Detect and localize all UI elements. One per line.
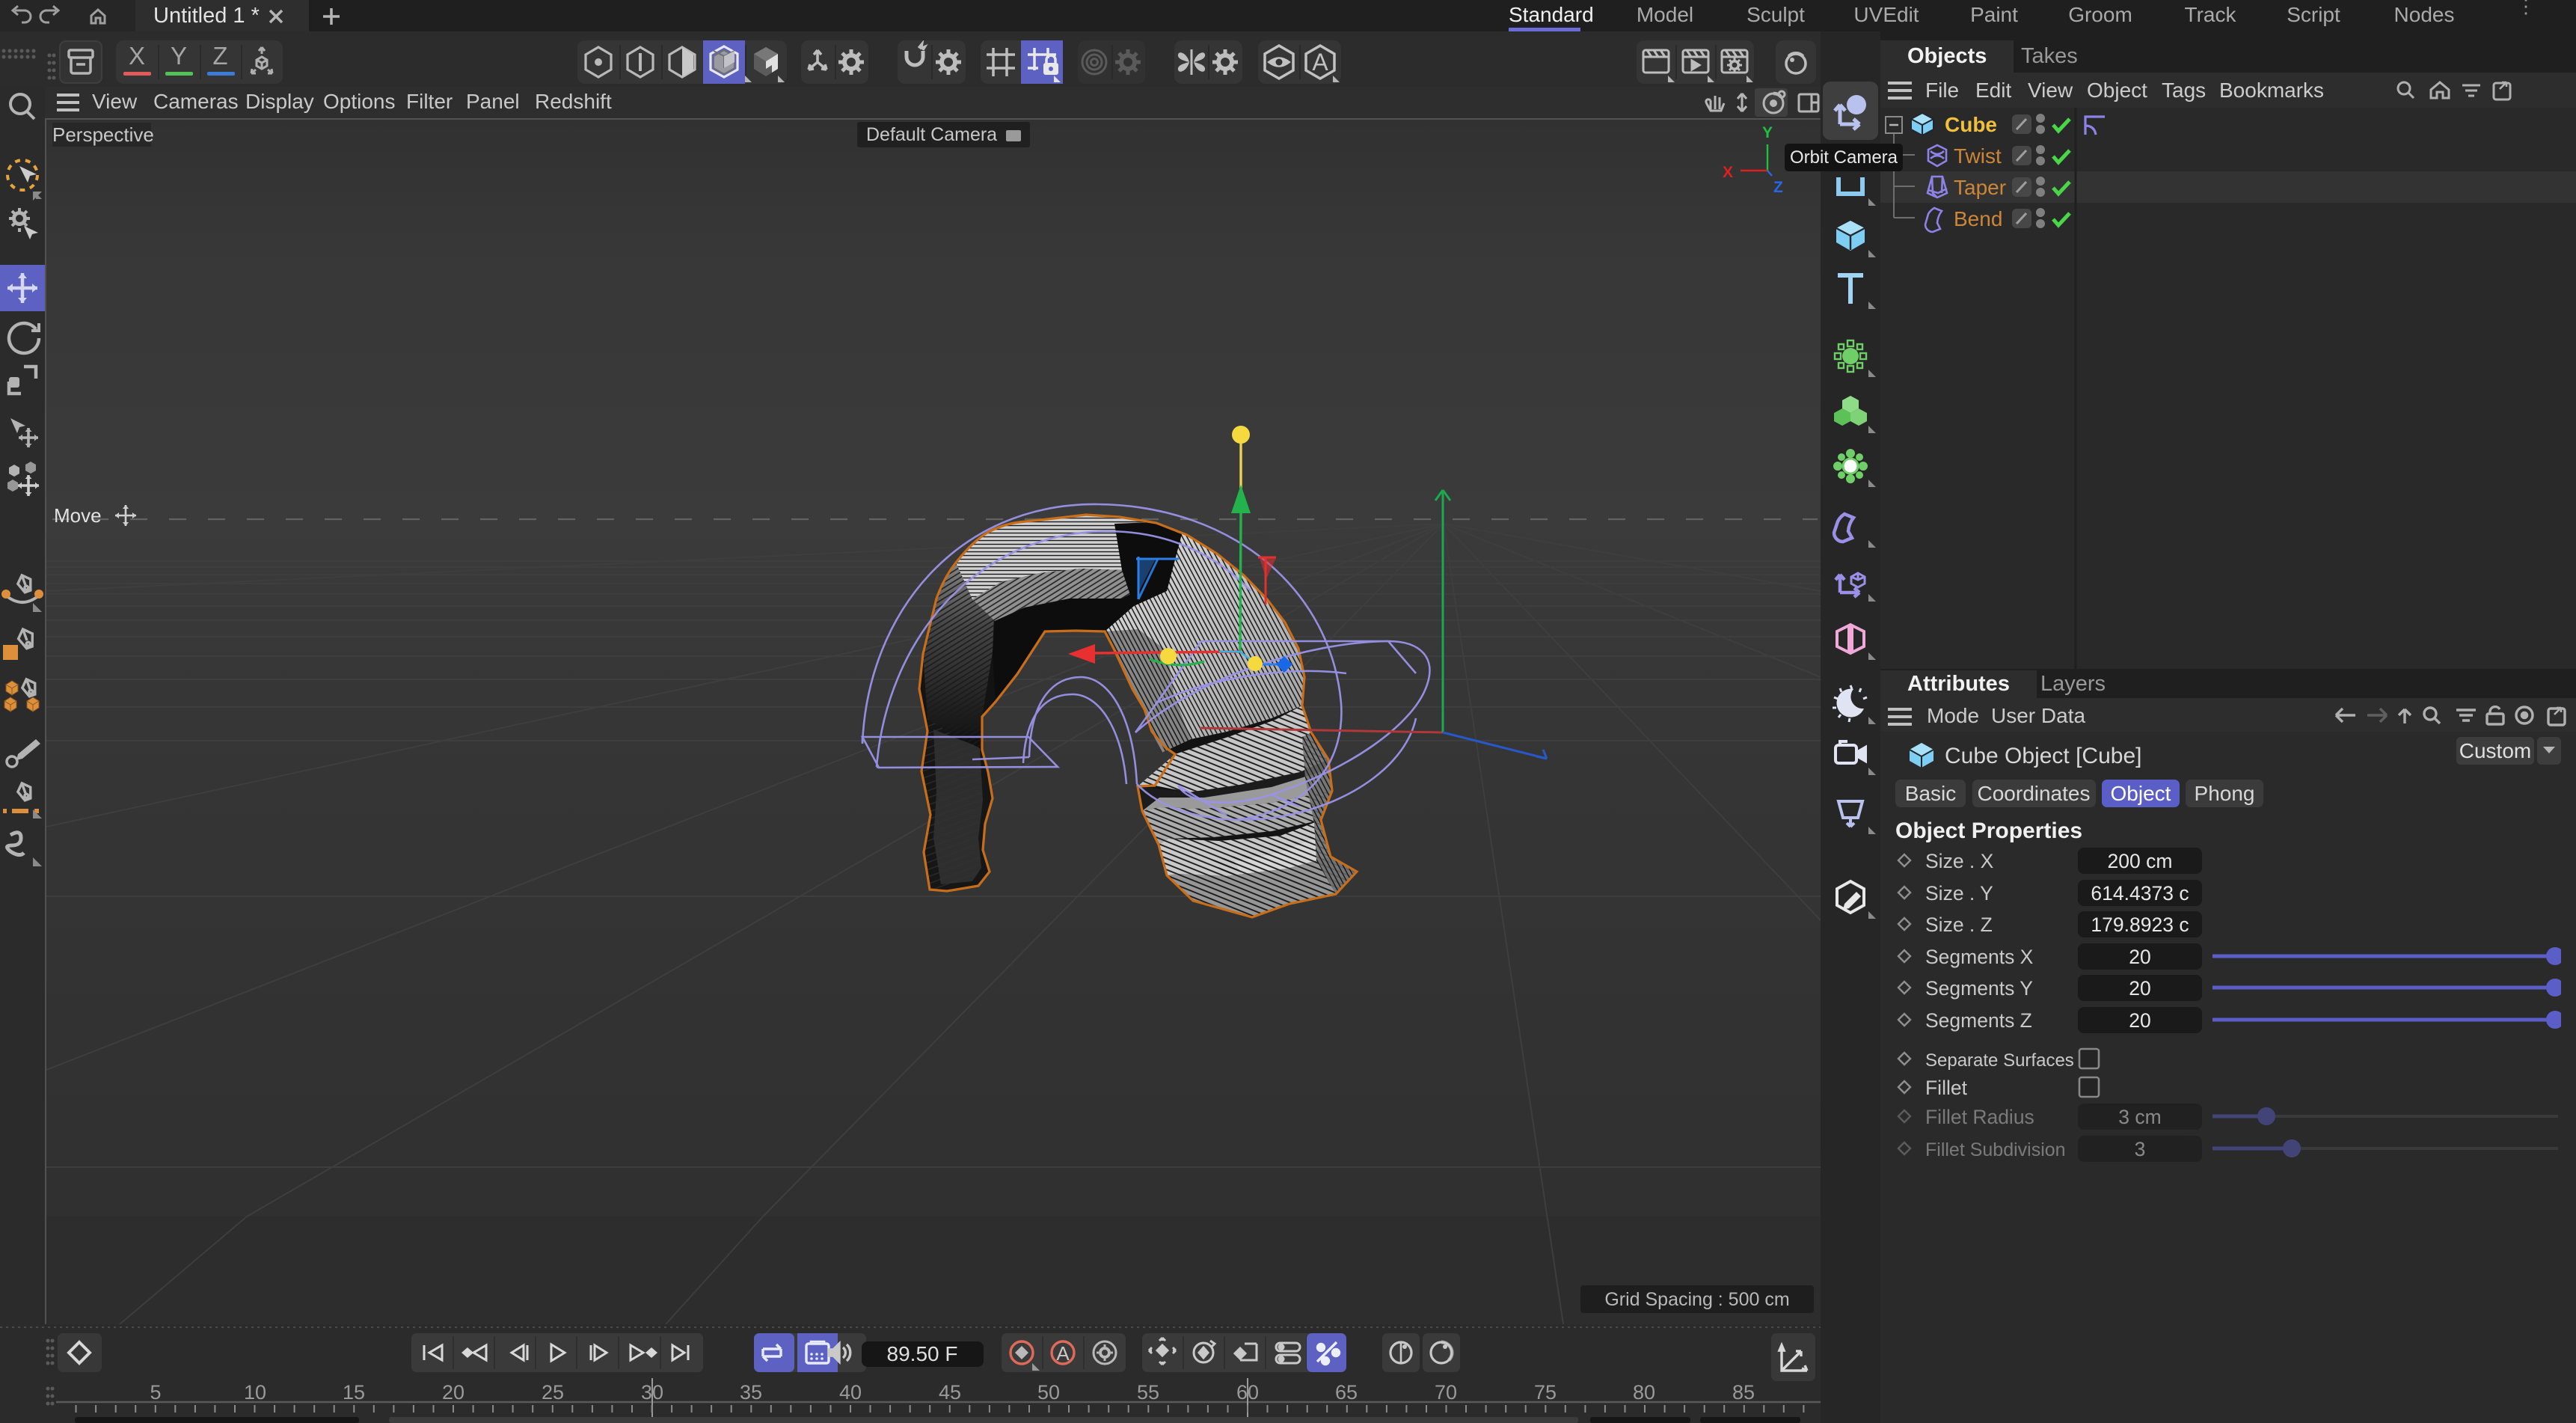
svg-text:Y: Y [1762, 124, 1773, 141]
svg-text:Object: Object [2111, 782, 2171, 805]
svg-text:614.4373 c: 614.4373 c [2091, 882, 2189, 905]
svg-text:Fillet Subdivision: Fillet Subdivision [1925, 1139, 2066, 1160]
svg-text:Taper: Taper [1954, 176, 2006, 199]
svg-text:Separate Surfaces: Separate Surfaces [1925, 1050, 2074, 1071]
svg-text:A: A [1056, 1342, 1070, 1365]
svg-text:X: X [1723, 164, 1733, 181]
svg-text:Phong: Phong [2195, 782, 2255, 805]
svg-text:Cube Object [Cube]: Cube Object [Cube] [1945, 744, 2141, 768]
svg-text:Basic: Basic [1905, 782, 1956, 805]
svg-text:Custom: Custom [2459, 739, 2531, 762]
svg-text:Cube: Cube [1945, 113, 1997, 136]
svg-text:20: 20 [2129, 946, 2150, 968]
svg-text:Twist: Twist [1954, 144, 2002, 168]
svg-text:3: 3 [2135, 1138, 2146, 1160]
svg-text:20: 20 [2129, 1009, 2150, 1032]
svg-text:Fillet Radius: Fillet Radius [1925, 1106, 2034, 1128]
svg-text:Segments Z: Segments Z [1925, 1009, 2032, 1032]
svg-text:Object Properties: Object Properties [1895, 818, 2082, 843]
svg-text:179.8923 c: 179.8923 c [2091, 914, 2189, 936]
svg-text:Size . X: Size . X [1925, 850, 1994, 872]
svg-text:Z: Z [1773, 179, 1783, 196]
svg-text:Size . Y: Size . Y [1925, 882, 1993, 905]
svg-text:Fillet: Fillet [1925, 1077, 1968, 1099]
svg-text:3 cm: 3 cm [2118, 1106, 2161, 1128]
svg-text:200 cm: 200 cm [2108, 850, 2173, 872]
svg-text:Segments Y: Segments Y [1925, 977, 2033, 1000]
svg-text:89.50 F: 89.50 F [887, 1342, 958, 1365]
svg-text:20: 20 [2129, 977, 2150, 1000]
svg-text:Coordinates: Coordinates [1978, 782, 2091, 805]
svg-text:Segments X: Segments X [1925, 946, 2034, 968]
svg-text:A: A [1312, 49, 1328, 76]
svg-text:Bend: Bend [1954, 207, 2002, 230]
svg-text:Size . Z: Size . Z [1925, 914, 1993, 936]
